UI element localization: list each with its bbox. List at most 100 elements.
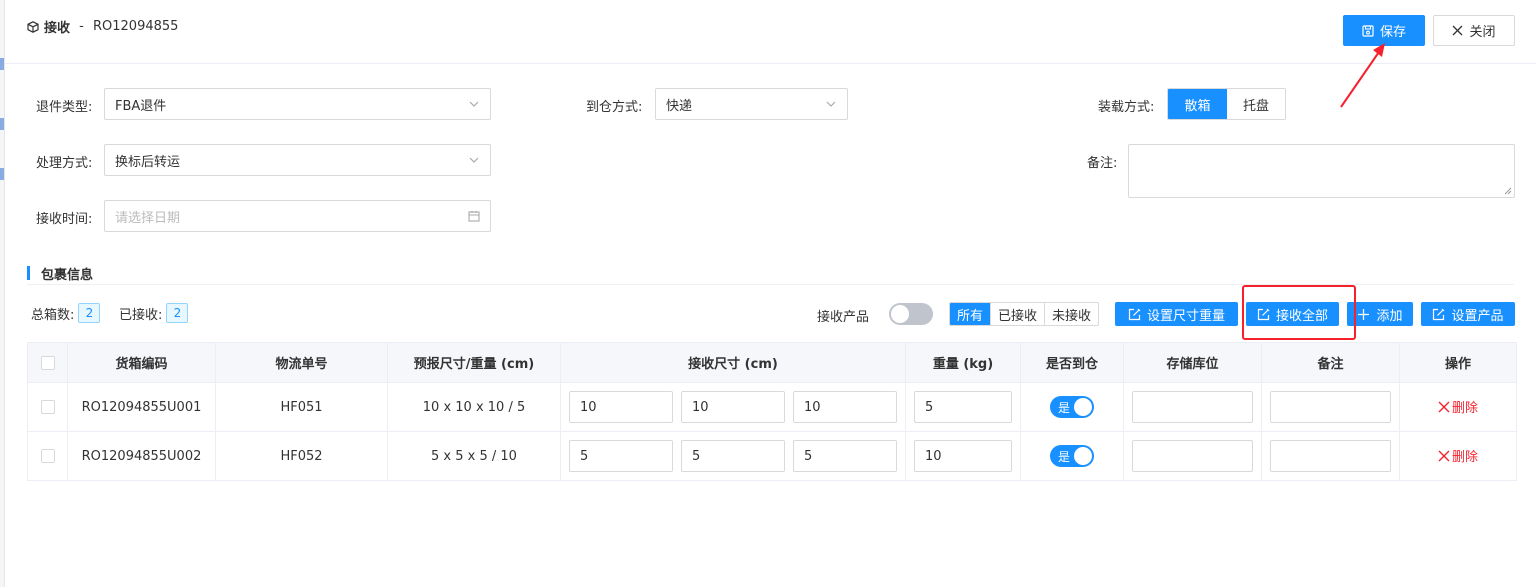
- receive-time-label: 接收时间:: [36, 212, 93, 227]
- chevron-down-icon: [469, 157, 479, 163]
- weight-input[interactable]: 10: [914, 440, 1012, 472]
- receive-time-placeholder: 请选择日期: [115, 210, 181, 226]
- received-badge: 2: [166, 303, 189, 323]
- arrived-switch[interactable]: 是: [1050, 445, 1094, 467]
- col-actions: 操作: [1399, 342, 1517, 383]
- loading-option-loose[interactable]: 散箱: [1168, 89, 1227, 119]
- location-cell: [1123, 431, 1262, 481]
- remark-textarea[interactable]: [1128, 144, 1515, 198]
- return-type-value: FBA退件: [115, 98, 167, 114]
- col-received-size: 接收尺寸 (cm): [560, 342, 906, 383]
- arrived-switch-text: 是: [1058, 401, 1071, 415]
- tracking-no-cell: HF051: [215, 382, 388, 432]
- col-tracking-no: 物流单号: [215, 342, 388, 383]
- arrival-method-select[interactable]: 快递: [655, 88, 848, 120]
- arrived-switch[interactable]: 是: [1050, 396, 1094, 418]
- total-boxes: 总箱数: 2: [31, 303, 101, 323]
- row-checkbox[interactable]: [40, 400, 55, 414]
- close-button[interactable]: 关闭: [1433, 15, 1515, 46]
- receive-product-switch[interactable]: [889, 303, 933, 325]
- switch-knob: [1074, 398, 1092, 416]
- box-code-cell: RO12094855U001: [67, 382, 216, 432]
- handling-method-select[interactable]: 换标后转运: [104, 144, 491, 176]
- box-code-cell: RO12094855U002: [67, 431, 216, 481]
- row-checkbox[interactable]: [40, 449, 55, 463]
- received-count: 已接收: 2: [119, 303, 189, 323]
- delete-x-icon: [1438, 450, 1450, 462]
- width-input[interactable]: 5: [681, 440, 785, 472]
- col-remark: 备注: [1261, 342, 1400, 383]
- col-forecast: 预报尺寸/重量 (cm): [387, 342, 561, 383]
- set-size-weight-label: 设置尺寸重量: [1146, 308, 1225, 324]
- section-title: 包裹信息: [27, 264, 93, 283]
- return-type-select[interactable]: FBA退件: [104, 88, 491, 120]
- arrived-switch-text: 是: [1058, 450, 1071, 464]
- return-type-label: 退件类型:: [36, 100, 93, 115]
- set-product-button[interactable]: 设置产品: [1421, 302, 1515, 326]
- weight-cell: 10: [905, 431, 1021, 481]
- chevron-down-icon: [826, 101, 836, 107]
- delete-label: 删除: [1451, 401, 1478, 417]
- receive-all-highlight-box: [1242, 285, 1356, 340]
- col-weight: 重量 (kg): [905, 342, 1021, 383]
- row-remark-input[interactable]: [1270, 391, 1391, 423]
- location-cell: [1123, 382, 1262, 432]
- cube-icon: [27, 20, 39, 33]
- loading-method-toggle: 散箱 托盘: [1167, 88, 1286, 120]
- arrow-annotation: [1340, 43, 1385, 108]
- plus-icon: [1358, 308, 1370, 320]
- delete-x-icon: [1438, 401, 1450, 413]
- delete-button[interactable]: 删除: [1438, 446, 1478, 465]
- filter-received[interactable]: 已接收: [991, 303, 1046, 325]
- handling-method-value: 换标后转运: [115, 154, 181, 170]
- height-input[interactable]: 5: [793, 440, 897, 472]
- received-size-cell: 10 10 10: [560, 382, 906, 432]
- row-select-cell: [27, 431, 68, 481]
- package-table: 货箱编码 物流单号 预报尺寸/重量 (cm) 接收尺寸 (cm) 重量 (kg)…: [27, 342, 1517, 481]
- location-input[interactable]: [1132, 440, 1253, 472]
- tracking-no-cell: HF052: [215, 431, 388, 481]
- order-number: RO12094855: [92, 19, 179, 34]
- remark-label: 备注:: [1087, 156, 1118, 171]
- col-location: 存储库位: [1123, 342, 1262, 383]
- table-row: RO12094855U001 HF051 10 x 10 x 10 / 5 10…: [27, 382, 1517, 432]
- delete-label: 删除: [1451, 450, 1478, 466]
- weight-cell: 5: [905, 382, 1021, 432]
- weight-input[interactable]: 5: [914, 391, 1012, 423]
- add-button[interactable]: 添加: [1347, 302, 1413, 326]
- received-label: 已接收:: [119, 307, 163, 323]
- forecast-cell: 5 x 5 x 5 / 10: [387, 431, 561, 481]
- remark-cell: [1261, 431, 1400, 481]
- select-all-cell: [27, 342, 68, 383]
- length-input[interactable]: 10: [569, 391, 673, 423]
- status-filter: 所有 已接收 未接收: [949, 302, 1100, 326]
- location-input[interactable]: [1132, 391, 1253, 423]
- handling-method-label: 处理方式:: [36, 156, 93, 171]
- width-input[interactable]: 10: [681, 391, 785, 423]
- dialog-title: 接收 - RO12094855: [27, 17, 178, 36]
- edit-icon: [1433, 308, 1445, 320]
- table-row: RO12094855U002 HF052 5 x 5 x 5 / 10 5 5 …: [27, 431, 1517, 481]
- filter-all[interactable]: 所有: [950, 303, 992, 325]
- loading-option-pallet[interactable]: 托盘: [1227, 89, 1285, 119]
- col-arrived: 是否到仓: [1020, 342, 1124, 383]
- delete-button[interactable]: 删除: [1438, 397, 1478, 416]
- forecast-cell: 10 x 10 x 10 / 5: [387, 382, 561, 432]
- arrived-cell: 是: [1020, 382, 1124, 432]
- close-label: 关闭: [1469, 25, 1496, 40]
- resize-grip-icon: [1504, 187, 1512, 195]
- length-input[interactable]: 5: [569, 440, 673, 472]
- background-page-strip: [0, 0, 5, 587]
- row-remark-input[interactable]: [1270, 440, 1391, 472]
- select-all-checkbox[interactable]: [40, 355, 55, 370]
- set-size-weight-button[interactable]: 设置尺寸重量: [1115, 302, 1238, 326]
- receive-time-picker[interactable]: 请选择日期: [104, 200, 491, 232]
- edit-icon: [1128, 308, 1141, 320]
- loading-method-label: 装载方式:: [1098, 100, 1155, 115]
- height-input[interactable]: 10: [793, 391, 897, 423]
- arrival-method-value: 快递: [666, 98, 693, 114]
- total-boxes-badge: 2: [78, 303, 101, 323]
- filter-not-received[interactable]: 未接收: [1045, 303, 1098, 325]
- set-product-label: 设置产品: [1451, 308, 1504, 324]
- dialog-header: 接收 - RO12094855 保存 关闭: [5, 0, 1536, 64]
